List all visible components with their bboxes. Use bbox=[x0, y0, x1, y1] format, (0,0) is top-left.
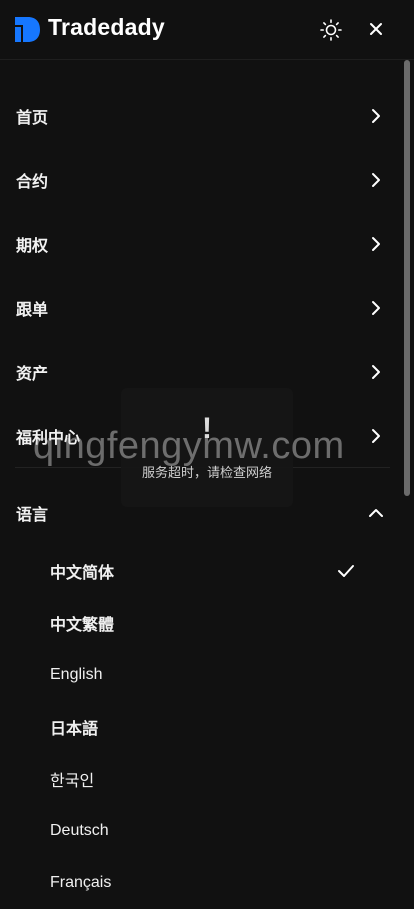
theme-toggle-sun-icon[interactable] bbox=[320, 19, 342, 41]
language-option-label: English bbox=[50, 666, 103, 683]
menu-item-label: 期权 bbox=[16, 238, 49, 255]
menu-item-label: 语言 bbox=[16, 507, 49, 524]
chevron-right-icon bbox=[372, 109, 380, 123]
toast-message: 服务超时，请检查网络 bbox=[141, 465, 272, 480]
chevron-right-icon bbox=[372, 429, 380, 443]
language-option-en[interactable]: English bbox=[0, 649, 400, 701]
menu-item-options[interactable]: 期权 bbox=[0, 212, 400, 276]
language-option-zh-tw[interactable]: 中文繁體 bbox=[0, 597, 400, 649]
language-option-ja[interactable]: 日本語 bbox=[0, 701, 400, 753]
menu-item-label: 首页 bbox=[16, 110, 49, 127]
error-toast: ! 服务超时，请检查网络 bbox=[121, 388, 293, 507]
menu-item-label: 资产 bbox=[16, 366, 49, 383]
chevron-right-icon bbox=[372, 237, 380, 251]
brand-name: Tradedady bbox=[48, 14, 165, 40]
language-option-label: 中文繁體 bbox=[50, 617, 115, 634]
language-option-label: 日本語 bbox=[50, 721, 99, 738]
language-option-label: Deutsch bbox=[50, 822, 109, 839]
chevron-right-icon bbox=[372, 173, 380, 187]
language-option-ko[interactable]: 한국인 bbox=[0, 753, 400, 805]
menu-item-label: 福利中心 bbox=[16, 430, 81, 447]
chevron-right-icon bbox=[372, 365, 380, 379]
exclamation-icon: ! bbox=[202, 412, 212, 445]
language-option-de[interactable]: Deutsch bbox=[0, 805, 400, 857]
tradedady-logo bbox=[15, 17, 40, 42]
menu-item-label: 合约 bbox=[16, 174, 49, 191]
language-option-label: 中文简体 bbox=[50, 565, 115, 582]
language-option-fr[interactable]: Français bbox=[0, 857, 400, 909]
language-option-zh-cn[interactable]: 中文简体 bbox=[0, 545, 400, 597]
language-option-label: Français bbox=[50, 874, 112, 891]
top-bar: Tradedady bbox=[0, 0, 414, 60]
menu-item-label: 跟单 bbox=[16, 302, 49, 319]
close-icon[interactable] bbox=[368, 21, 384, 37]
language-option-label: 한국인 bbox=[50, 773, 95, 790]
checkmark-icon bbox=[338, 565, 354, 577]
menu-item-home[interactable]: 首页 bbox=[0, 84, 400, 148]
scrollbar-thumb[interactable] bbox=[404, 60, 410, 496]
menu-item-copy-trading[interactable]: 跟单 bbox=[0, 276, 400, 340]
menu-item-contract[interactable]: 合约 bbox=[0, 148, 400, 212]
chevron-up-icon bbox=[369, 509, 383, 517]
chevron-right-icon bbox=[372, 301, 380, 315]
